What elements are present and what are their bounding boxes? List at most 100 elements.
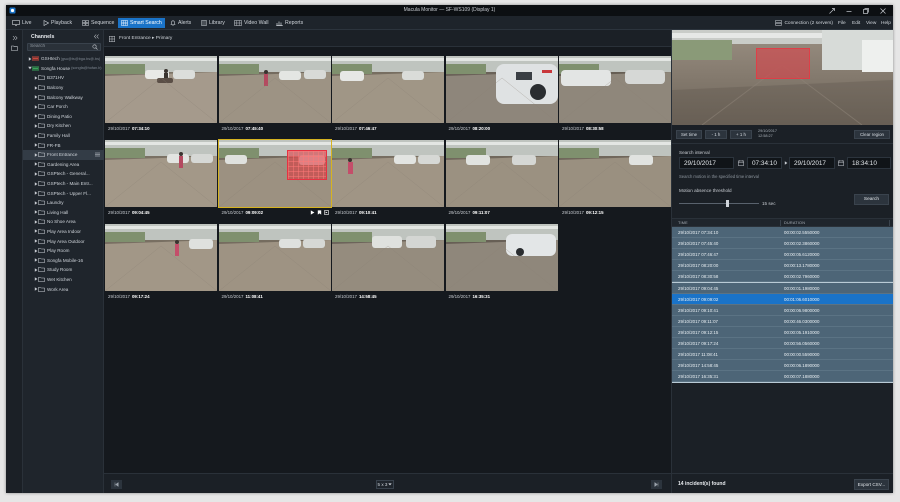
thumbnail-tile[interactable]: 29/10/2017 09:11:07 bbox=[445, 140, 558, 218]
export-csv-button[interactable]: Export CSV... bbox=[854, 479, 889, 490]
tree-channel-item[interactable]: Balcony bbox=[23, 83, 104, 93]
tree-channel-item[interactable]: Dry Kitchen bbox=[23, 121, 104, 131]
tree-channel-item[interactable]: GSPtech - General... bbox=[23, 169, 104, 179]
thumbnail-tile[interactable]: 29/10/2017 09:17:24 bbox=[105, 224, 217, 302]
end-time-field[interactable]: 18:34:10 bbox=[847, 157, 891, 169]
thumbnail-tile[interactable]: 29/10/2017 07:45:40 bbox=[218, 56, 331, 134]
tree-server-node[interactable]: GSHtech (gsu@ts@bga.bs@.bs) bbox=[23, 54, 104, 64]
tree-channel-item[interactable]: Work Area bbox=[23, 284, 104, 294]
next-page-button[interactable] bbox=[651, 480, 662, 489]
tree-channel-item[interactable]: Gardening Area bbox=[23, 160, 104, 170]
thumbnail-tile[interactable]: 29/10/2017 09:09:02 bbox=[217, 139, 332, 218]
menu-file[interactable]: File bbox=[838, 18, 846, 28]
menu-reports[interactable]: Reports bbox=[273, 18, 306, 28]
thumbnail-tile[interactable]: 29/10/2017 11:08:41 bbox=[218, 224, 331, 302]
set-time-button[interactable]: Set time bbox=[676, 130, 702, 139]
thumbnail-image[interactable] bbox=[105, 140, 217, 207]
tree-channel-item[interactable]: Play Room bbox=[23, 246, 104, 256]
thumbnail-image[interactable] bbox=[445, 140, 558, 207]
table-row[interactable]: 29/10/2017 16:35:31 00:00:07.1880000 bbox=[672, 371, 893, 383]
end-calendar-icon[interactable] bbox=[838, 160, 844, 166]
preview-video[interactable] bbox=[672, 30, 893, 125]
column-separator[interactable] bbox=[780, 220, 781, 226]
tree-channel-item[interactable]: Dining Patio bbox=[23, 112, 104, 122]
table-row[interactable]: 29/10/2017 09:12:15 00:00:05.1910000 bbox=[672, 326, 893, 338]
connection-status[interactable]: Connection (2 servers) bbox=[775, 18, 833, 28]
tree-channel-item[interactable]: B371HV bbox=[23, 73, 104, 83]
menu-library[interactable]: Library bbox=[198, 18, 228, 28]
channels-panel-button[interactable] bbox=[10, 43, 19, 52]
table-row[interactable]: 29/10/2017 09:17:24 00:00:56.0560000 bbox=[672, 338, 893, 350]
start-time-field[interactable]: 07:34:10 bbox=[747, 157, 782, 169]
column-time-header[interactable]: TIME bbox=[678, 221, 688, 225]
menu-sequence[interactable]: Sequence bbox=[79, 18, 117, 28]
tree-channel-item[interactable]: No Shoe Area bbox=[23, 217, 104, 227]
tree-channel-item[interactable]: GSPtech - Upper Fl... bbox=[23, 188, 104, 198]
table-row[interactable]: 29/10/2017 11:08:41 00:00:00.5590000 bbox=[672, 349, 893, 361]
end-date-field[interactable]: 29/10/2017 bbox=[789, 157, 835, 169]
menu-alerts[interactable]: Alerts bbox=[167, 18, 194, 28]
tree-channel-item[interactable]: FR-FB bbox=[23, 140, 104, 150]
menu-playback[interactable]: Playback bbox=[40, 18, 75, 28]
tree-server-node[interactable]: Songfa House (songfa@hofan.b) bbox=[23, 64, 104, 74]
close-button[interactable] bbox=[874, 5, 891, 16]
tree-channel-item[interactable]: Car Porch bbox=[23, 102, 104, 112]
tree-channel-item[interactable]: Living Hall bbox=[23, 208, 104, 218]
thumbnail-image[interactable] bbox=[332, 140, 444, 207]
tree-channel-item[interactable]: GSPtech - Main Entr... bbox=[23, 179, 104, 189]
tree-channel-item[interactable]: Play Area Outdoor bbox=[23, 236, 104, 246]
clear-region-button[interactable]: Clear region bbox=[854, 130, 890, 139]
menu-video-wall[interactable]: Video Wall bbox=[231, 18, 272, 28]
thumbnail-tile[interactable]: 29/10/2017 09:10:41 bbox=[332, 140, 444, 218]
threshold-slider-track[interactable] bbox=[679, 203, 759, 204]
plus-hour-button[interactable]: + 1 h bbox=[730, 130, 752, 139]
thumbnail-tile[interactable]: 29/10/2017 08:30:58 bbox=[559, 56, 671, 134]
play-icon[interactable] bbox=[310, 210, 315, 215]
tree-channel-item[interactable]: Front Entrance bbox=[23, 149, 104, 160]
thumbnail-image[interactable] bbox=[332, 224, 444, 291]
menu-edit[interactable]: Edit bbox=[852, 18, 860, 28]
tree-channel-item[interactable]: Family Hall bbox=[23, 131, 104, 141]
thumbnail-tile[interactable]: 29/10/2017 08:20:00 bbox=[445, 56, 558, 134]
channel-search-input[interactable] bbox=[28, 44, 92, 50]
tree-channel-item[interactable]: Balcony Walkway bbox=[23, 92, 104, 102]
tree-channel-item[interactable]: Study Room bbox=[23, 265, 104, 275]
item-menu-icon[interactable] bbox=[94, 152, 101, 157]
column-separator[interactable] bbox=[889, 220, 890, 226]
menu-help[interactable]: Help bbox=[881, 18, 891, 28]
menu-view[interactable]: View bbox=[866, 18, 876, 28]
thumbnail-image[interactable] bbox=[445, 224, 558, 291]
thumbnail-image[interactable] bbox=[218, 56, 331, 123]
menu-smart-search[interactable]: Smart Search bbox=[118, 18, 165, 28]
table-row[interactable]: 29/10/2017 08:30:58 00:00:02.7960000 bbox=[672, 271, 893, 283]
collapse-panel-button[interactable] bbox=[93, 33, 100, 40]
tree-channel-item[interactable]: Wet Kitchen bbox=[23, 275, 104, 285]
thumbnail-tile[interactable]: 29/10/2017 07:34:10 bbox=[105, 56, 217, 134]
thumbnail-image[interactable] bbox=[559, 56, 671, 123]
search-button[interactable]: Search bbox=[854, 194, 889, 205]
thumbnail-tile[interactable]: 29/10/2017 16:35:31 bbox=[445, 224, 558, 302]
table-row[interactable]: 29/10/2017 07:45:40 00:00:02.3860000 bbox=[672, 238, 893, 250]
thumbnail-image[interactable] bbox=[559, 140, 671, 207]
table-row[interactable]: 29/10/2017 09:09:02 00:01:06.6010000 bbox=[672, 293, 893, 305]
thumbnail-tile[interactable]: 29/10/2017 07:46:47 bbox=[332, 56, 444, 134]
thumbnail-image[interactable] bbox=[218, 224, 331, 291]
thumbnail-image[interactable] bbox=[445, 56, 558, 123]
thumbnail-tile[interactable]: 29/10/2017 09:12:15 bbox=[559, 140, 671, 218]
tree-channel-item[interactable]: Songfa Mobile-16 bbox=[23, 255, 104, 265]
threshold-slider-thumb[interactable] bbox=[725, 200, 729, 207]
table-row[interactable]: 29/10/2017 07:46:47 00:00:05.6120000 bbox=[672, 249, 893, 261]
table-row[interactable]: 29/10/2017 07:34:10 00:00:02.5550000 bbox=[672, 227, 893, 239]
motion-search-region[interactable] bbox=[756, 48, 810, 79]
thumbnail-image[interactable] bbox=[332, 56, 444, 123]
tree-channel-item[interactable]: Laundry bbox=[23, 198, 104, 208]
table-row[interactable]: 29/10/2017 08:20:00 00:00:13.1780000 bbox=[672, 260, 893, 272]
layout-select[interactable]: 5 x 3 bbox=[376, 480, 394, 489]
thumbnail-image[interactable] bbox=[105, 56, 217, 123]
export-clip-icon[interactable] bbox=[323, 210, 329, 215]
previous-page-button[interactable] bbox=[111, 480, 122, 489]
minimize-button[interactable] bbox=[840, 5, 857, 16]
tree-channel-item[interactable]: Play Area Indoor bbox=[23, 227, 104, 237]
start-date-field[interactable]: 29/10/2017 bbox=[679, 157, 734, 169]
fullscreen-button[interactable] bbox=[823, 5, 840, 16]
